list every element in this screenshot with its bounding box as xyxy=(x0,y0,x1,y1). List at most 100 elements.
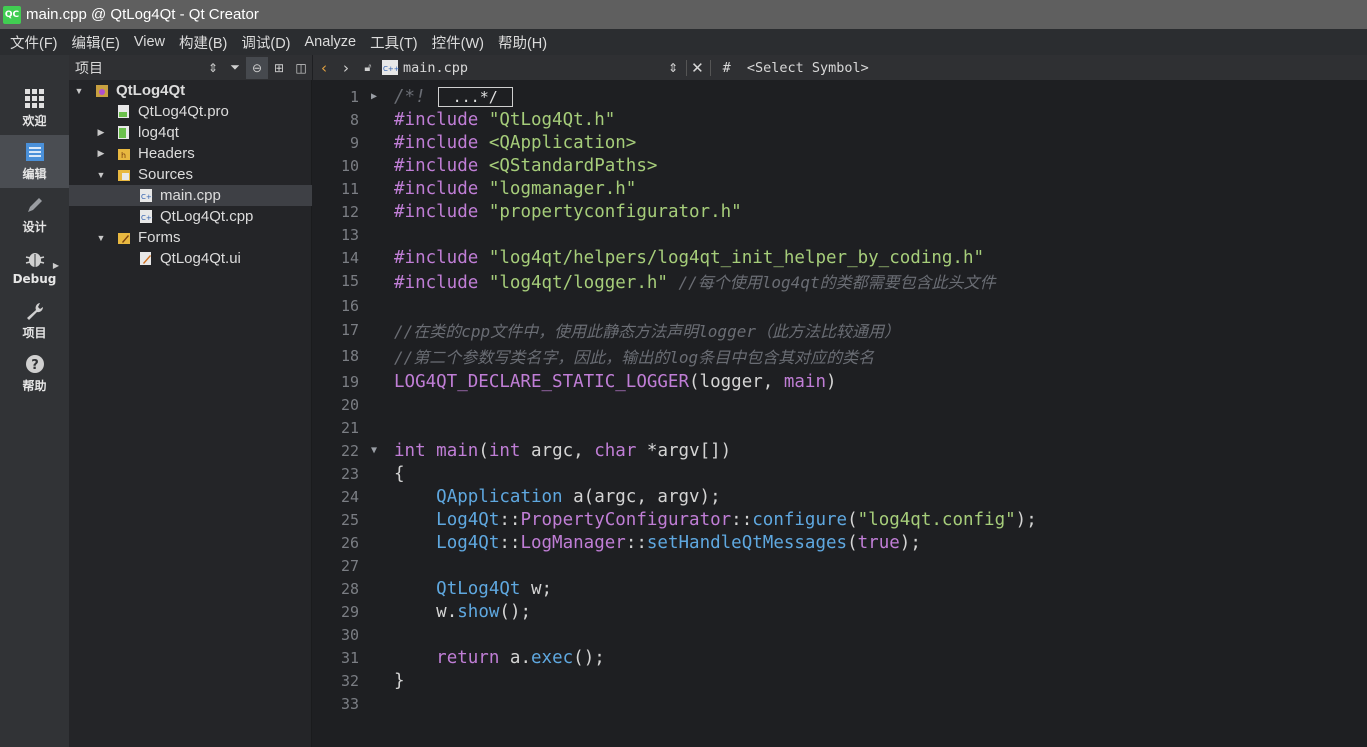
text-token: . xyxy=(520,647,531,668)
line-number: 29 xyxy=(340,602,359,621)
line-number: 22 xyxy=(340,441,359,460)
function-token: exec xyxy=(531,647,574,668)
preprocessor-token: #include xyxy=(394,247,479,268)
tree-item-sources[interactable]: ▼ Sources xyxy=(69,164,312,185)
close-file-icon[interactable]: ✕ xyxy=(691,59,704,77)
text-token: w xyxy=(436,601,447,622)
mode-projects[interactable]: 项目 xyxy=(0,294,69,347)
keyword-token: int xyxy=(488,440,521,461)
string-token: "log4qt/helpers/log4qt_init_helper_by_co… xyxy=(488,247,985,268)
code-line: 27 xyxy=(313,554,1367,577)
menu-tools[interactable]: 工具(T) xyxy=(363,32,425,53)
nav-back-icon[interactable]: ‹ xyxy=(313,59,335,77)
comment-token: //第二个参数写类名字，因此，输出的log条目中包含其对应的类名 xyxy=(394,347,875,367)
fold-collapsed-icon[interactable]: ▶ xyxy=(371,91,377,102)
menu-build[interactable]: 构建(B) xyxy=(172,32,234,53)
mode-debug[interactable]: Debug ▶ xyxy=(0,241,69,294)
cpp-file-icon: C++ xyxy=(382,60,399,75)
close-pane-icon[interactable]: ◫ xyxy=(290,57,312,79)
tree-item-forms[interactable]: ▼ Forms xyxy=(69,227,312,248)
text-token: . xyxy=(446,601,458,622)
subproject-icon xyxy=(118,126,129,139)
expand-right-icon[interactable]: ▶ xyxy=(96,148,106,159)
tree-item-label: QtLog4Qt.pro xyxy=(138,103,229,120)
tree-item-main-cpp[interactable]: C++ main.cpp xyxy=(69,185,312,206)
menu-file[interactable]: 文件(F) xyxy=(3,32,65,53)
function-token: main xyxy=(436,440,479,461)
code-line: 29 w.show(); xyxy=(313,600,1367,623)
window-title: main.cpp @ QtLog4Qt - Qt Creator xyxy=(26,6,259,23)
code-editor[interactable]: 1 ▶ /*! ...*/ 8 #include "QtLog4Qt.h" 9 #… xyxy=(313,80,1367,747)
expand-right-icon[interactable]: ▶ xyxy=(96,127,106,138)
combo-arrows-icon[interactable]: ⇕ xyxy=(668,61,678,75)
bug-icon xyxy=(25,253,44,267)
text-token: ); xyxy=(899,532,921,553)
fold-expanded-icon[interactable]: ▼ xyxy=(371,445,377,456)
text-token: (); xyxy=(573,647,605,668)
split-icon[interactable]: ⊞ xyxy=(268,57,290,79)
folded-block[interactable]: ...*/ xyxy=(437,86,513,107)
menu-view[interactable]: View xyxy=(127,34,172,50)
keyword-token: int xyxy=(394,440,426,461)
text-token: (); xyxy=(499,601,532,622)
menu-edit[interactable]: 编辑(E) xyxy=(65,32,127,53)
mode-welcome-label: 欢迎 xyxy=(22,113,47,128)
code-line: 28 QtLog4Qt w; xyxy=(313,577,1367,600)
keyword-token: return xyxy=(436,647,500,668)
menu-analyze[interactable]: Analyze xyxy=(298,34,364,50)
editor-toolbar: ‹ › 🔓︎ C++ main.cpp ⇕ ✕ # <Select Symbol… xyxy=(313,55,1367,80)
code-line: 31 return a.exec(); xyxy=(313,646,1367,669)
code-line: 30 xyxy=(313,623,1367,646)
open-file-selector[interactable]: main.cpp xyxy=(403,60,468,76)
text-token: argc, xyxy=(520,440,595,461)
tree-item-label: Sources xyxy=(138,166,194,183)
mode-welcome[interactable]: 欢迎 xyxy=(0,82,69,135)
tree-item-headers[interactable]: ▶ h Headers xyxy=(69,143,312,164)
menu-help[interactable]: 帮助(H) xyxy=(491,32,554,53)
line-number: 14 xyxy=(340,248,359,267)
preprocessor-token: #include xyxy=(394,109,479,130)
tree-item-pro-file[interactable]: QtLog4Qt.pro xyxy=(69,101,312,122)
mode-edit[interactable]: 编辑 xyxy=(0,135,69,188)
text-token: ( xyxy=(847,532,858,553)
code-line: 15 #include "log4qt/logger.h" //每个使用log4… xyxy=(313,269,1367,293)
cpp-file-icon: C++ xyxy=(140,210,153,223)
filter-icon[interactable]: ⏷ xyxy=(224,57,246,79)
keyword-token: true xyxy=(857,532,900,553)
symbol-selector[interactable]: <Select Symbol> xyxy=(747,60,869,76)
forms-folder-icon xyxy=(118,233,130,244)
comment-token: //每个使用log4qt的类都需要包含此头文件 xyxy=(678,272,996,292)
string-token: "log4qt/logger.h" xyxy=(488,272,668,293)
preprocessor-token: #include xyxy=(394,272,479,293)
tree-item-log4qt[interactable]: ▶ log4qt xyxy=(69,122,312,143)
hash-label: # xyxy=(722,59,731,76)
tree-item-ui-file[interactable]: QtLog4Qt.ui xyxy=(69,248,312,269)
line-number: 30 xyxy=(340,625,359,644)
svg-text:C++: C++ xyxy=(141,214,153,222)
line-number: 21 xyxy=(340,418,359,437)
code-line: 1 ▶ /*! ...*/ xyxy=(313,85,1367,108)
nav-forward-icon[interactable]: › xyxy=(335,59,357,77)
tree-item-qtlog4qt-cpp[interactable]: C++ QtLog4Qt.cpp xyxy=(69,206,312,227)
type-token: QtLog4Qt xyxy=(436,578,521,599)
menu-debug[interactable]: 调试(D) xyxy=(234,32,297,53)
string-token: "propertyconfigurator.h" xyxy=(488,201,742,222)
expand-down-icon[interactable]: ▼ xyxy=(96,170,106,180)
code-line: 22 ▼ int main(int argc, char *argv[]) xyxy=(313,439,1367,462)
line-number: 17 xyxy=(340,320,359,339)
expand-down-icon[interactable]: ▼ xyxy=(96,233,106,243)
expand-down-icon[interactable]: ▼ xyxy=(74,86,84,96)
headers-folder-icon: h xyxy=(118,149,130,160)
tree-item-project[interactable]: ▼ QtLog4Qt xyxy=(69,80,312,101)
string-token: "log4qt.config" xyxy=(857,509,1016,530)
project-view-selector[interactable]: 项目 xyxy=(75,58,202,78)
code-line: 14 #include "log4qt/helpers/log4qt_init_… xyxy=(313,246,1367,269)
line-number: 32 xyxy=(340,671,359,690)
mode-help[interactable]: ? 帮助 xyxy=(0,347,69,400)
mode-design[interactable]: 设计 xyxy=(0,188,69,241)
combo-arrows-icon[interactable]: ⇕ xyxy=(202,57,224,79)
menu-widgets[interactable]: 控件(W) xyxy=(425,32,491,53)
link-icon[interactable]: ⊖ xyxy=(246,56,268,79)
text-token: { xyxy=(394,463,405,484)
lock-icon[interactable]: 🔓︎ xyxy=(357,61,379,75)
